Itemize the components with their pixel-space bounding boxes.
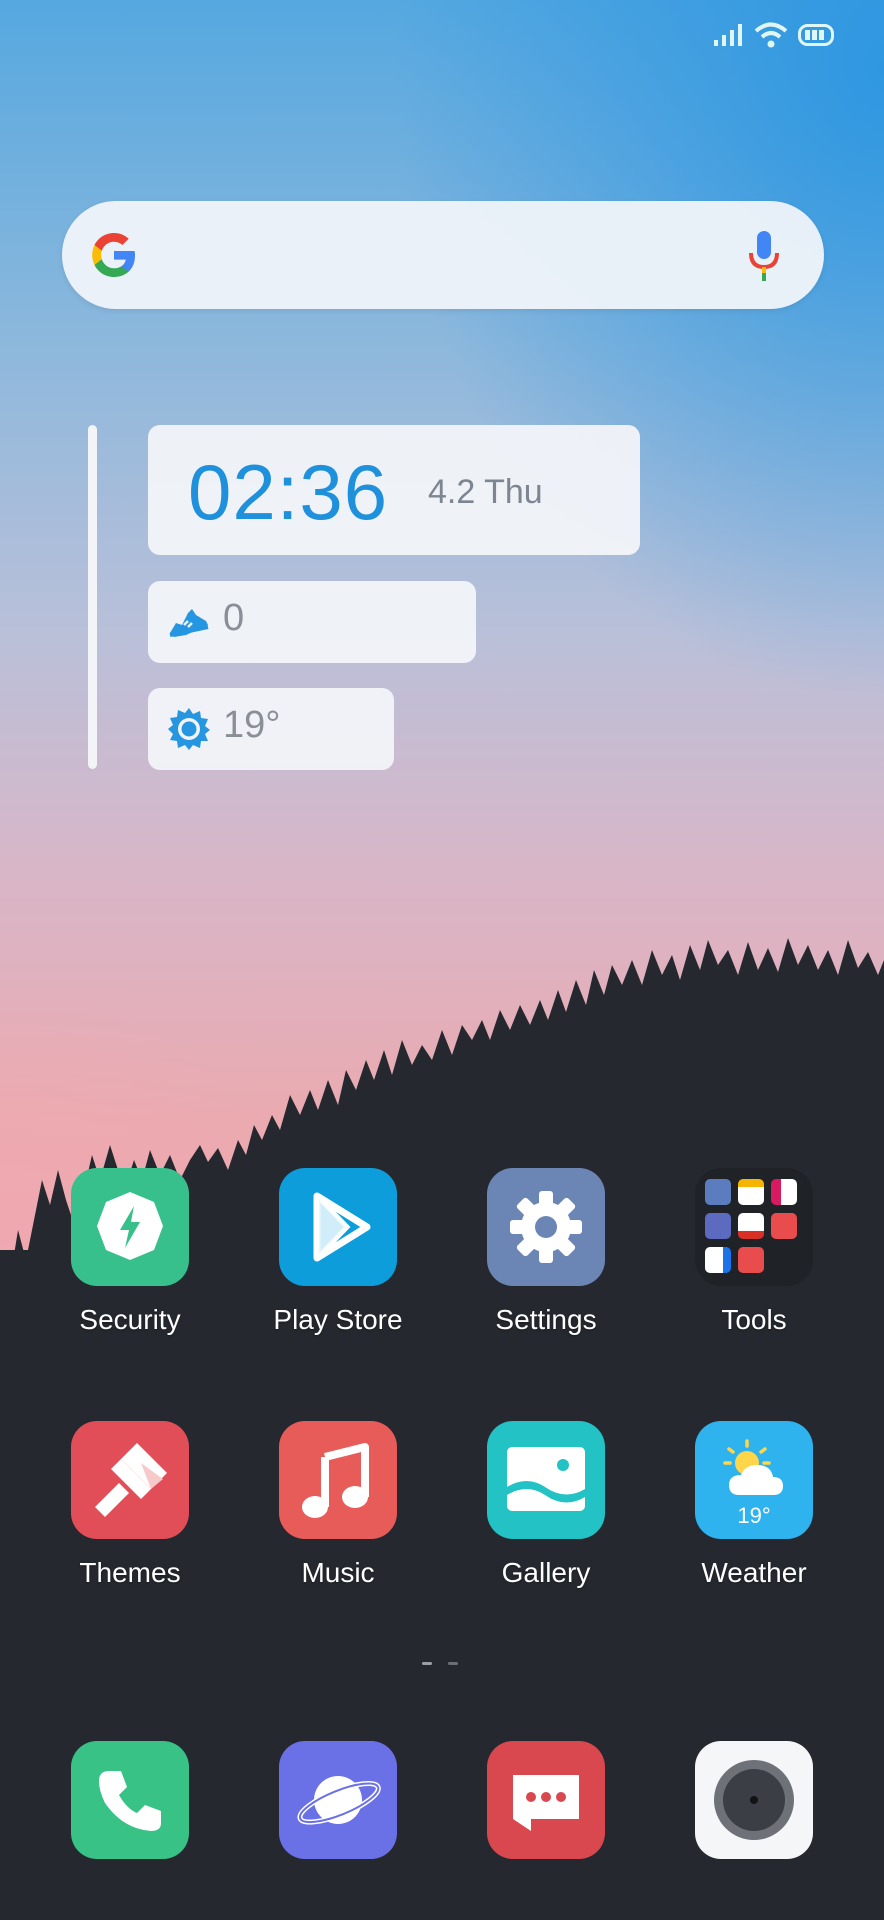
app-label: Tools — [721, 1304, 787, 1335]
page-indicator — [422, 1662, 458, 1665]
temperature-widget[interactable]: 19° — [148, 688, 394, 770]
app-label: Music — [301, 1557, 375, 1588]
music-note-icon — [279, 1421, 397, 1539]
app-label: Themes — [79, 1557, 181, 1588]
app-play-store[interactable]: Play Store — [258, 1168, 418, 1336]
app-label: Security — [79, 1304, 181, 1335]
temperature-value: 19° — [223, 704, 281, 746]
clock-date: 4.2 Thu — [428, 473, 543, 511]
security-icon — [71, 1168, 189, 1286]
app-label: Weather — [701, 1557, 807, 1588]
clock-widget[interactable]: 02:36 4.2 Thu — [148, 425, 640, 555]
dock-camera[interactable] — [674, 1741, 834, 1859]
themes-brush-icon — [71, 1421, 189, 1539]
steps-widget[interactable]: 0 — [148, 581, 476, 663]
weather-icon-temp: 19° — [737, 1503, 771, 1528]
gear-icon — [487, 1168, 605, 1286]
page-dot — [448, 1662, 458, 1665]
browser-planet-icon — [279, 1741, 397, 1859]
gallery-icon — [487, 1421, 605, 1539]
app-music[interactable]: Music — [258, 1421, 418, 1589]
play-store-icon — [279, 1168, 397, 1286]
messaging-icon — [487, 1741, 605, 1859]
signal-icon — [714, 24, 742, 46]
app-weather[interactable]: 19° Weather — [674, 1421, 834, 1589]
app-label: Gallery — [501, 1557, 591, 1588]
sun-weather-icon — [168, 708, 210, 750]
status-bar — [714, 22, 834, 48]
app-label: Settings — [495, 1304, 597, 1335]
app-security[interactable]: Security — [50, 1168, 210, 1336]
weather-icon: 19° — [695, 1421, 813, 1539]
widget-accent-bar — [88, 425, 97, 769]
page-dot-active — [422, 1662, 432, 1665]
app-settings[interactable]: Settings — [466, 1168, 626, 1336]
battery-icon — [798, 24, 834, 46]
steps-count: 0 — [223, 597, 245, 639]
app-gallery[interactable]: Gallery — [466, 1421, 626, 1589]
app-themes[interactable]: Themes — [50, 1421, 210, 1589]
folder-icon — [695, 1168, 813, 1286]
wifi-icon — [754, 22, 788, 48]
microphone-icon[interactable] — [748, 231, 780, 281]
dock-phone[interactable] — [50, 1741, 210, 1859]
dock-browser[interactable] — [258, 1741, 418, 1859]
camera-icon — [695, 1741, 813, 1859]
folder-tools[interactable]: Tools — [674, 1168, 834, 1336]
google-logo-icon — [92, 233, 135, 277]
phone-icon — [71, 1741, 189, 1859]
dock-messaging[interactable] — [466, 1741, 626, 1859]
app-label: Play Store — [273, 1304, 403, 1335]
sneaker-icon — [169, 609, 209, 637]
google-search-bar[interactable] — [62, 201, 824, 309]
clock-time: 02:36 — [188, 448, 389, 536]
